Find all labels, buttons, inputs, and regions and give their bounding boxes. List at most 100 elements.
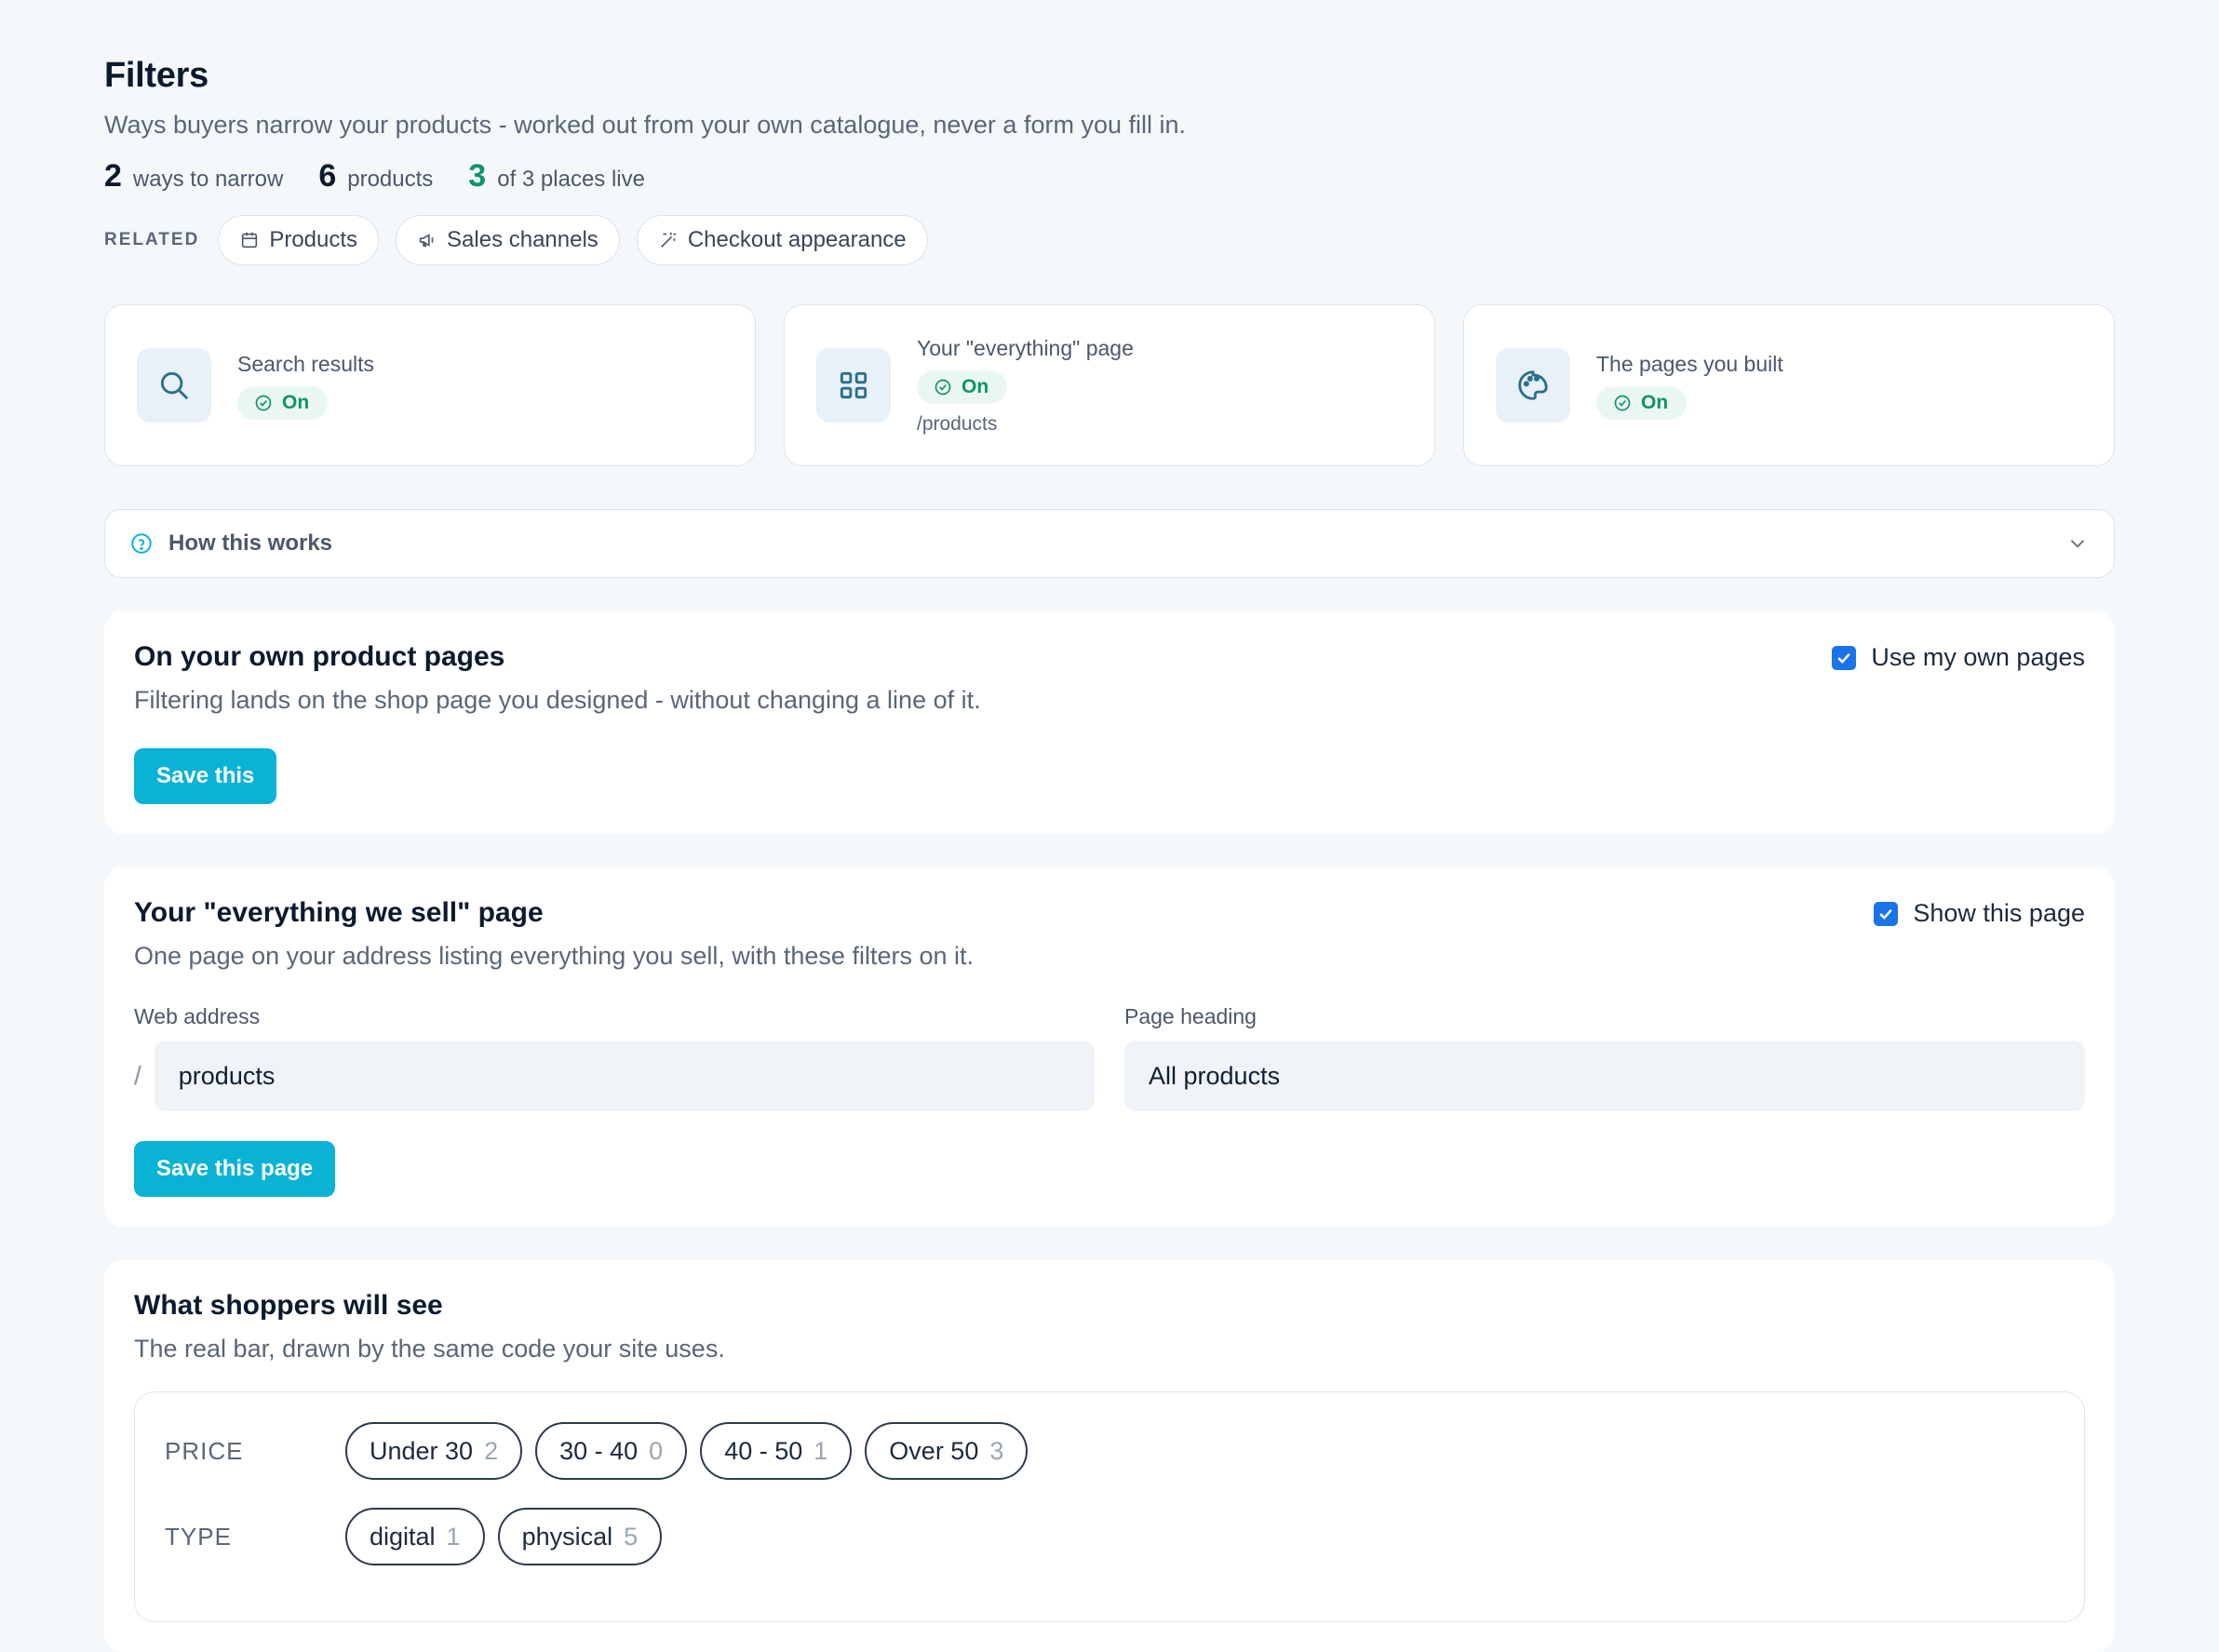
option-count: 2: [484, 1436, 499, 1465]
page-fields: Web address / products Page heading All …: [134, 1004, 2085, 1111]
filter-option[interactable]: Over 50 3: [865, 1422, 1029, 1480]
stats-row: 2 ways to narrow 6 products 3 of 3 place…: [104, 158, 2115, 195]
chevron-down-icon: [2070, 540, 2085, 548]
status-badge: On: [917, 369, 1008, 404]
option-count: 3: [989, 1436, 1004, 1465]
how-this-works-toggle[interactable]: How this works: [104, 509, 2115, 578]
grid-icon: [840, 371, 867, 399]
stat-number: 6: [318, 158, 337, 194]
filter-option[interactable]: Under 30 2: [345, 1422, 523, 1480]
card-body: The pages you built On: [1596, 352, 1783, 420]
place-card-search: Search results On: [104, 304, 756, 466]
option-count: 0: [649, 1436, 664, 1465]
panel-title: What shoppers will see: [134, 1290, 443, 1321]
url-prefix: /: [134, 1061, 141, 1090]
checkbox-label: Use my own pages: [1871, 643, 2085, 671]
panel-description: The real bar, drawn by the same code you…: [134, 1335, 725, 1363]
check-circle-icon: [935, 379, 951, 395]
related-link-label: Products: [269, 227, 358, 252]
option-label: physical: [521, 1522, 613, 1551]
web-address-input[interactable]: products: [154, 1041, 1095, 1111]
filter-option[interactable]: physical 5: [497, 1508, 663, 1565]
filter-option[interactable]: 30 - 40 0: [535, 1422, 688, 1480]
panel-description: One page on your address listing everyth…: [134, 942, 974, 970]
card-icon-box: [137, 348, 211, 423]
filter-row-type: TYPE digital 1 physical 5: [165, 1508, 2054, 1565]
field-label: Web address: [134, 1004, 261, 1028]
input-row: All products: [1124, 1041, 2085, 1111]
option-label: Under 30: [370, 1436, 474, 1465]
page-heading-field: Page heading All products: [1124, 1004, 2085, 1111]
place-name: Your "everything" page: [917, 335, 1134, 360]
filters-page: Filters Ways buyers narrow your products…: [104, 56, 2115, 1652]
status-text: On: [962, 375, 989, 397]
save-this-button[interactable]: Save this: [134, 748, 277, 804]
place-path: /products: [917, 412, 998, 435]
related-link-products[interactable]: Products: [218, 215, 380, 265]
stat-ways: 2 ways to narrow: [104, 158, 283, 195]
magic-wand-icon: [660, 232, 677, 248]
filter-options: digital 1 physical 5: [345, 1508, 663, 1565]
panel-title: Your "everything we sell" page: [134, 897, 544, 928]
option-label: 30 - 40: [559, 1436, 639, 1465]
card-icon-box: [816, 348, 891, 423]
place-card-everything-page: Your "everything" page On /products: [784, 304, 1435, 466]
related-label: RELATED: [104, 230, 200, 249]
web-address-field: Web address / products: [134, 1004, 1095, 1111]
help-circle-icon: [131, 533, 152, 554]
shopper-preview-panel: What shoppers will see The real bar, dra…: [104, 1260, 2115, 1652]
filter-row-price: PRICE Under 30 2 30 - 40 0 40 - 50 1 Over 5…: [165, 1422, 2054, 1480]
page-title: Filters: [104, 56, 208, 95]
search-icon: [160, 371, 189, 400]
filter-bar-preview: PRICE Under 30 2 30 - 40 0 40 - 50 1 Over 5…: [134, 1391, 2085, 1622]
stat-number: 3: [468, 158, 487, 194]
place-name: The pages you built: [1596, 351, 1783, 376]
checkmark-icon: [1837, 652, 1851, 664]
option-count: 5: [624, 1522, 639, 1551]
card-body: Your "everything" page On /products: [917, 336, 1134, 436]
status-text: On: [282, 391, 310, 413]
checkbox-checked[interactable]: [1832, 645, 1857, 670]
related-link-checkout-appearance[interactable]: Checkout appearance: [636, 215, 928, 265]
filter-row-label: PRICE: [165, 1436, 244, 1465]
option-count: 1: [446, 1522, 461, 1551]
stat-places-live: 3 of 3 places live: [468, 158, 645, 195]
stat-label: ways to narrow: [132, 167, 284, 192]
checkbox-label: Show this page: [1913, 899, 2085, 927]
stat-label: products: [347, 167, 434, 192]
checkmark-icon: [1879, 908, 1893, 920]
card-body: Search results On: [237, 352, 374, 420]
palette-icon: [1518, 370, 1548, 400]
field-label: Page heading: [1124, 1004, 1257, 1028]
panel-description: Filtering lands on the shop page you des…: [134, 686, 981, 714]
filter-option[interactable]: digital 1: [345, 1508, 485, 1565]
stat-label: of 3 places live: [497, 167, 645, 192]
card-icon-box: [1496, 348, 1570, 423]
stat-number: 2: [104, 158, 122, 194]
option-label: Over 50: [889, 1436, 979, 1465]
use-own-pages-checkbox[interactable]: Use my own pages: [1832, 643, 2085, 672]
check-circle-icon: [1614, 395, 1631, 410]
input-row: / products: [134, 1041, 1095, 1111]
option-label: 40 - 50: [724, 1436, 803, 1465]
filter-option[interactable]: 40 - 50 1: [700, 1422, 853, 1480]
filter-row-label: TYPE: [165, 1522, 232, 1551]
everything-page-panel: Your "everything we sell" page One page …: [104, 867, 2115, 1227]
filter-options: Under 30 2 30 - 40 0 40 - 50 1 Over 50 3: [345, 1422, 1029, 1480]
place-name: Search results: [237, 351, 375, 376]
place-card-built-pages: The pages you built On: [1463, 304, 2115, 466]
checkbox-checked[interactable]: [1874, 901, 1899, 926]
places-cards: Search results On Your "everything" page…: [104, 304, 2115, 466]
page-subtitle: Ways buyers narrow your products - worke…: [104, 111, 1186, 139]
show-this-page-checkbox[interactable]: Show this page: [1874, 899, 2085, 928]
calendar-icon: [242, 232, 258, 248]
option-label: digital: [370, 1522, 436, 1551]
related-link-sales-channels[interactable]: Sales channels: [396, 215, 620, 265]
check-circle-icon: [255, 395, 272, 410]
status-text: On: [1641, 391, 1669, 413]
related-links: RELATED Products Sales channels Checkout…: [104, 215, 2115, 265]
save-this-page-button[interactable]: Save this page: [134, 1141, 336, 1197]
page-heading-input[interactable]: All products: [1124, 1041, 2085, 1111]
megaphone-icon: [419, 234, 434, 248]
related-link-label: Sales channels: [447, 227, 598, 252]
